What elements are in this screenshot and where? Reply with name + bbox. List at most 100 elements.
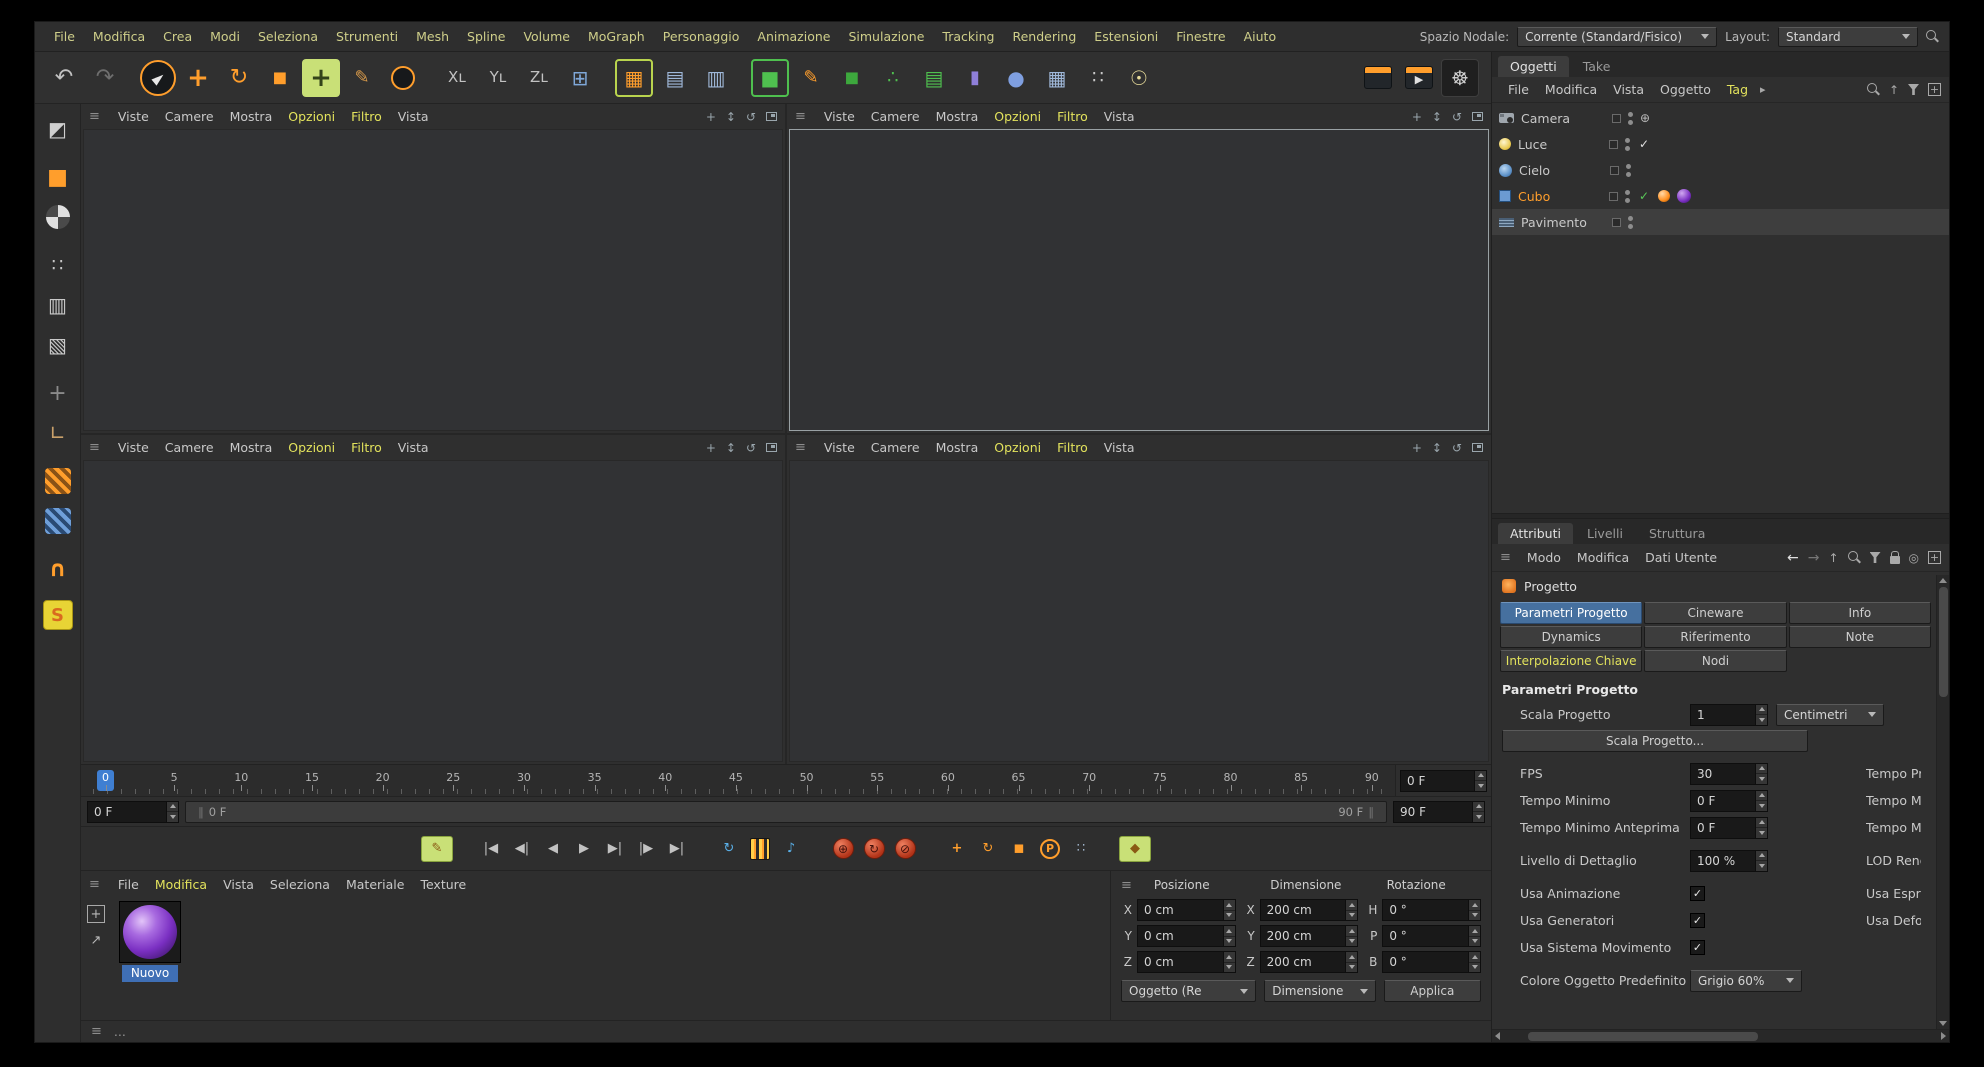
menubar-item[interactable]: Spline: [458, 29, 514, 44]
menubar-item[interactable]: Finestre: [1167, 29, 1234, 44]
filter-icon[interactable]: [1869, 552, 1881, 563]
object-row[interactable]: Camera ⊕: [1492, 105, 1949, 131]
viewport-menu-item[interactable]: Mostra: [928, 109, 987, 124]
menubar-item[interactable]: Volume: [514, 29, 579, 44]
viewport-menu-item[interactable]: Opzioni: [986, 440, 1049, 455]
tempo-minimo-field[interactable]: 0 F: [1690, 789, 1768, 812]
rotate-tool[interactable]: ↻: [220, 59, 258, 97]
position-y-field[interactable]: 0 cm: [1137, 925, 1236, 947]
layout-dropdown[interactable]: Standard: [1778, 26, 1918, 47]
x-axis-lock[interactable]: Xʟ: [438, 59, 476, 97]
autokey-button[interactable]: ↻: [860, 836, 888, 862]
keyframe-presets-button[interactable]: ◆: [1119, 835, 1151, 862]
viewport-menu-item[interactable]: Filtro: [1049, 440, 1096, 455]
timeline-tick[interactable]: 45: [729, 771, 743, 791]
menubar-item[interactable]: Animazione: [748, 29, 839, 44]
scrollbar-thumb[interactable]: [1528, 1031, 1758, 1041]
scala-unit-dropdown[interactable]: Centimetri: [1776, 703, 1884, 726]
omni-move-tool[interactable]: +: [302, 58, 340, 97]
orbit-icon[interactable]: ↺: [1452, 441, 1462, 455]
viewport-menu-item[interactable]: Viste: [110, 440, 157, 455]
maximize-viewport-icon[interactable]: [1472, 443, 1483, 452]
render-clapboard-icon[interactable]: ▶: [1400, 59, 1438, 97]
object-menu-item[interactable]: Tag: [1719, 82, 1756, 97]
material-menu-item[interactable]: Vista: [215, 877, 262, 892]
layer-box[interactable]: [1609, 191, 1618, 201]
viewport-menu-item[interactable]: Filtro: [343, 440, 390, 455]
visibility-dots[interactable]: [1628, 111, 1633, 125]
visibility-dots[interactable]: [1625, 137, 1630, 151]
deformer-button[interactable]: ●: [997, 59, 1035, 97]
zoom-icon[interactable]: ↕: [726, 441, 736, 455]
redo-icon[interactable]: ↷: [86, 59, 124, 97]
history-forward-icon[interactable]: →: [1808, 550, 1820, 566]
record-keyframe-button[interactable]: ⊕: [829, 836, 857, 862]
chevron-right-icon[interactable]: ▸: [1756, 83, 1770, 96]
go-end-button[interactable]: ▶|: [663, 836, 691, 862]
circle-selection-tool[interactable]: [384, 59, 422, 97]
tab-interpolazione-chiave[interactable]: Interpolazione Chiave: [1500, 650, 1643, 672]
pan-icon[interactable]: +: [1412, 110, 1422, 124]
y-axis-lock[interactable]: Yʟ: [479, 59, 517, 97]
viewport-menu-item[interactable]: Vista: [1096, 440, 1143, 455]
visibility-dots[interactable]: [1628, 215, 1633, 229]
menubar-item[interactable]: Strumenti: [327, 29, 407, 44]
timeline-tick[interactable]: 85: [1294, 771, 1308, 791]
grip-icon[interactable]: [1500, 551, 1511, 564]
scala-progetto-field[interactable]: 1: [1690, 703, 1768, 726]
orbit-icon[interactable]: ↺: [746, 441, 756, 455]
usa-generatori-checkbox[interactable]: ✓: [1690, 913, 1705, 928]
filter-icon[interactable]: [1908, 84, 1919, 95]
timeline-clapboard-icon[interactable]: [1359, 59, 1397, 97]
record-scale-button[interactable]: ◼: [1005, 836, 1033, 862]
menubar-item[interactable]: Rendering: [1003, 29, 1085, 44]
timeline-tick[interactable]: 70: [1082, 771, 1096, 791]
tab-livelli[interactable]: Livelli: [1575, 523, 1635, 544]
viewport-menu-item[interactable]: Camere: [157, 109, 222, 124]
rotation-p-field[interactable]: 0 °: [1382, 925, 1482, 947]
light-button[interactable]: ☉: [1120, 59, 1158, 97]
livello-dettaglio-field[interactable]: 100 %: [1690, 849, 1768, 872]
attribute-menu-item[interactable]: Modifica: [1569, 550, 1637, 565]
menubar-item[interactable]: Modi: [201, 29, 249, 44]
load-material-icon[interactable]: ↗: [87, 931, 105, 949]
object-name[interactable]: Cielo: [1519, 163, 1603, 178]
object-name[interactable]: Pavimento: [1521, 215, 1605, 230]
position-x-field[interactable]: 0 cm: [1137, 899, 1236, 921]
timeline-tick[interactable]: 30: [517, 771, 531, 791]
search-icon[interactable]: [1926, 30, 1939, 43]
layer-box[interactable]: [1610, 165, 1619, 175]
viewport-menu-item[interactable]: Viste: [110, 109, 157, 124]
current-frame-field[interactable]: 0 F: [1400, 769, 1487, 792]
viewport-menu-item[interactable]: Opzioni: [986, 109, 1049, 124]
orbit-icon[interactable]: ↺: [1452, 110, 1462, 124]
tab-oggetti[interactable]: Oggetti: [1498, 56, 1569, 77]
fps-field[interactable]: 30: [1690, 762, 1768, 785]
enabled-check-icon[interactable]: ✓: [1637, 137, 1651, 151]
edges-mode-icon[interactable]: ▥: [40, 288, 76, 322]
maximize-viewport-icon[interactable]: [766, 112, 777, 121]
menubar-item[interactable]: Crea: [154, 29, 201, 44]
snap-workplane-icon[interactable]: [40, 504, 76, 538]
render-settings-button[interactable]: ▥: [697, 59, 735, 97]
scale-tool[interactable]: ◼: [261, 59, 299, 97]
tempo-minimo-anteprima-field[interactable]: 0 F: [1690, 816, 1768, 839]
material-menu-item[interactable]: Seleziona: [262, 877, 338, 892]
object-name[interactable]: Luce: [1518, 137, 1602, 152]
new-panel-icon[interactable]: +: [1928, 551, 1941, 564]
texture-mode-icon[interactable]: [40, 200, 76, 234]
parent-object-icon[interactable]: ↑: [1828, 551, 1838, 565]
tab-riferimento[interactable]: Riferimento: [1644, 626, 1787, 648]
keyframe-selection-button[interactable]: ⊘: [891, 836, 919, 862]
sound-button[interactable]: ♪: [777, 836, 805, 862]
record-rotation-button[interactable]: ↻: [974, 836, 1002, 862]
prev-key-button[interactable]: ◀|: [508, 836, 536, 862]
visibility-dots[interactable]: [1626, 163, 1631, 177]
timeline-tick[interactable]: 40: [658, 771, 672, 791]
material-thumbnail[interactable]: [119, 901, 181, 963]
viewport-menu-item[interactable]: Opzioni: [280, 109, 343, 124]
timeline-tick[interactable]: 0: [97, 770, 114, 791]
timeline-tick[interactable]: 10: [234, 771, 248, 791]
menubar-item[interactable]: MoGraph: [579, 29, 654, 44]
position-z-field[interactable]: 0 cm: [1137, 951, 1236, 973]
